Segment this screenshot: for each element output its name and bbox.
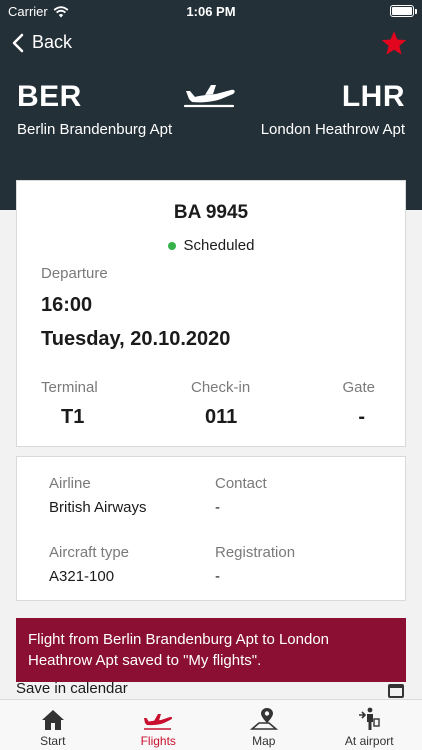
status-bar: Carrier 1:06 PM bbox=[0, 0, 422, 22]
plane-icon bbox=[144, 714, 173, 730]
destination-airport: London Heathrow Apt bbox=[260, 121, 405, 138]
flight-status: Scheduled bbox=[17, 237, 405, 254]
save-in-calendar-row[interactable]: Save in calendar bbox=[16, 680, 406, 700]
home-icon bbox=[41, 710, 64, 730]
status-label: Scheduled bbox=[183, 237, 255, 254]
battery-icon bbox=[390, 5, 417, 17]
back-button[interactable]: Back bbox=[12, 32, 72, 53]
aircraft-value: A321-100 bbox=[49, 568, 115, 585]
flight-details-card: Airline British Airways Contact - Aircra… bbox=[16, 456, 406, 601]
tab-start[interactable]: Start bbox=[0, 700, 106, 750]
flight-header: Carrier 1:06 PM Back BER LHR Berlin Bran… bbox=[0, 0, 422, 210]
tab-map[interactable]: Map bbox=[211, 700, 317, 750]
airline-info: Airline British Airways bbox=[49, 475, 147, 516]
registration-value: - bbox=[215, 568, 220, 585]
chevron-left-icon bbox=[12, 33, 24, 52]
departure-time: 16:00 bbox=[41, 294, 93, 316]
toast-message: Flight from Berlin Brandenburg Apt to Lo… bbox=[28, 631, 330, 669]
origin-code: BER bbox=[17, 80, 82, 113]
clock: 1:06 PM bbox=[186, 4, 236, 19]
tab-at-airport[interactable]: At airport bbox=[317, 700, 422, 750]
favorite-star-icon[interactable] bbox=[380, 30, 408, 57]
saved-toast: Flight from Berlin Brandenburg Apt to Lo… bbox=[16, 618, 406, 682]
traveler-icon bbox=[359, 707, 380, 730]
airline-value: British Airways bbox=[49, 499, 147, 516]
terminal-label: Terminal bbox=[41, 379, 98, 396]
flight-status-card: BA 9945 Scheduled Departure 16:00 Tuesda… bbox=[16, 180, 406, 447]
back-label: Back bbox=[32, 32, 73, 52]
aircraft-label: Aircraft type bbox=[49, 544, 130, 561]
checkin-value: 011 bbox=[205, 406, 238, 428]
terminal-info: Terminal T1 bbox=[41, 379, 161, 429]
tab-at-airport-label: At airport bbox=[344, 734, 394, 748]
contact-value: - bbox=[215, 499, 220, 516]
registration-info: Registration - bbox=[215, 544, 295, 585]
airline-label: Airline bbox=[49, 475, 91, 492]
aircraft-info: Aircraft type A321-100 bbox=[49, 544, 129, 585]
gate-value: - bbox=[358, 406, 365, 428]
airplane-icon bbox=[183, 85, 235, 108]
tab-map-label: Map bbox=[252, 734, 276, 748]
contact-label: Contact bbox=[215, 475, 267, 492]
checkin-info: Check-in 011 bbox=[191, 379, 311, 429]
map-pin-icon bbox=[249, 708, 278, 730]
tab-bar: Start Flights Map At airport bbox=[0, 699, 422, 750]
gate-label: Gate bbox=[342, 379, 375, 396]
terminal-value: T1 bbox=[61, 406, 85, 428]
departure-date: Tuesday, 20.10.2020 bbox=[41, 328, 231, 350]
tab-start-label: Start bbox=[40, 734, 66, 748]
gate-info: Gate - bbox=[315, 379, 375, 429]
save-in-calendar-label: Save in calendar bbox=[16, 680, 128, 697]
origin-airport: Berlin Brandenburg Apt bbox=[17, 121, 173, 138]
status-dot-icon bbox=[167, 241, 176, 250]
departure-label: Departure bbox=[41, 265, 108, 282]
contact-info: Contact - bbox=[215, 475, 267, 516]
destination-code: LHR bbox=[341, 80, 405, 113]
calendar-icon bbox=[388, 684, 404, 698]
tab-flights-label: Flights bbox=[140, 734, 176, 748]
checkin-label: Check-in bbox=[191, 379, 251, 396]
tab-flights[interactable]: Flights bbox=[106, 700, 212, 750]
registration-label: Registration bbox=[215, 544, 296, 561]
flight-number: BA 9945 bbox=[173, 202, 249, 223]
